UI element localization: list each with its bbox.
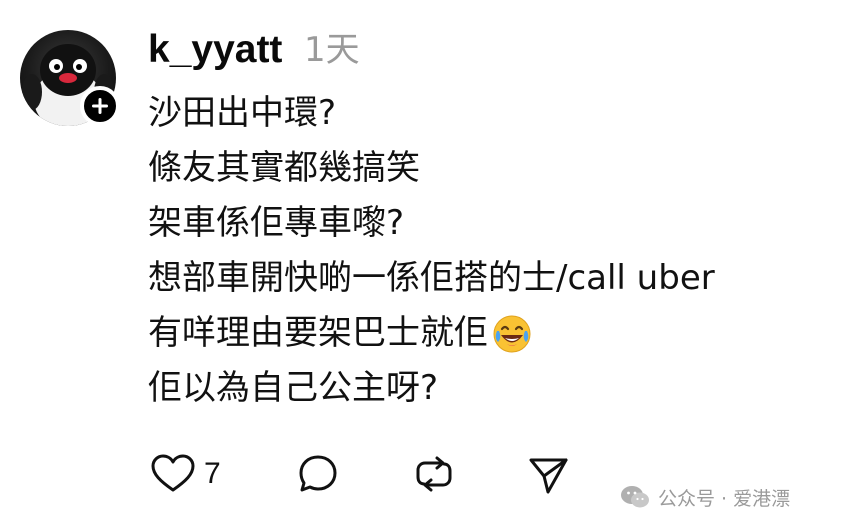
timestamp: 1天: [304, 30, 360, 70]
comment-line: 架車係佢專車嚟?: [148, 196, 715, 251]
repost-icon: [416, 456, 452, 492]
laughing-tears-emoji-icon: [493, 315, 531, 352]
comment-text: 沙田出中環?: [148, 93, 337, 133]
share-button[interactable]: [526, 452, 570, 496]
comment-line: 佢以為自己公主呀?: [148, 361, 715, 416]
repost-button[interactable]: [412, 452, 456, 496]
heart-icon: [151, 454, 195, 492]
comment-text: 條友其實都幾搞笑: [148, 148, 420, 188]
username[interactable]: k_yyatt: [148, 26, 282, 74]
comment-bubble-icon: [299, 455, 337, 492]
send-icon: [529, 458, 568, 494]
comment-text: 有咩理由要架巴士就佢: [148, 313, 488, 353]
reply-button[interactable]: [296, 452, 340, 496]
comment-line: 沙田出中環?: [148, 86, 715, 141]
like-button[interactable]: 7: [150, 452, 221, 496]
comment-line: 有咩理由要架巴士就佢: [148, 306, 715, 361]
like-count: 7: [204, 457, 221, 490]
comment-text: 佢以為自己公主呀?: [148, 368, 439, 408]
follow-button[interactable]: [80, 86, 120, 126]
comment-text: 想部車開快啲一係佢搭的士/call uber: [148, 258, 715, 298]
comment-line: 條友其實都幾搞笑: [148, 141, 715, 196]
watermark-text: 公众号 · 爱港漂: [658, 487, 791, 510]
watermark: 公众号 · 爱港漂: [620, 480, 790, 514]
comment-body: 沙田出中環? 條友其實都幾搞笑 架車係佢專車嚟? 想部車開快啲一係佢搭的士/ca…: [148, 86, 715, 416]
wechat-icon: [621, 486, 649, 508]
comment-line: 想部車開快啲一係佢搭的士/call uber: [148, 251, 715, 306]
comment-text: 架車係佢專車嚟?: [148, 203, 405, 243]
plus-icon: [92, 98, 108, 114]
